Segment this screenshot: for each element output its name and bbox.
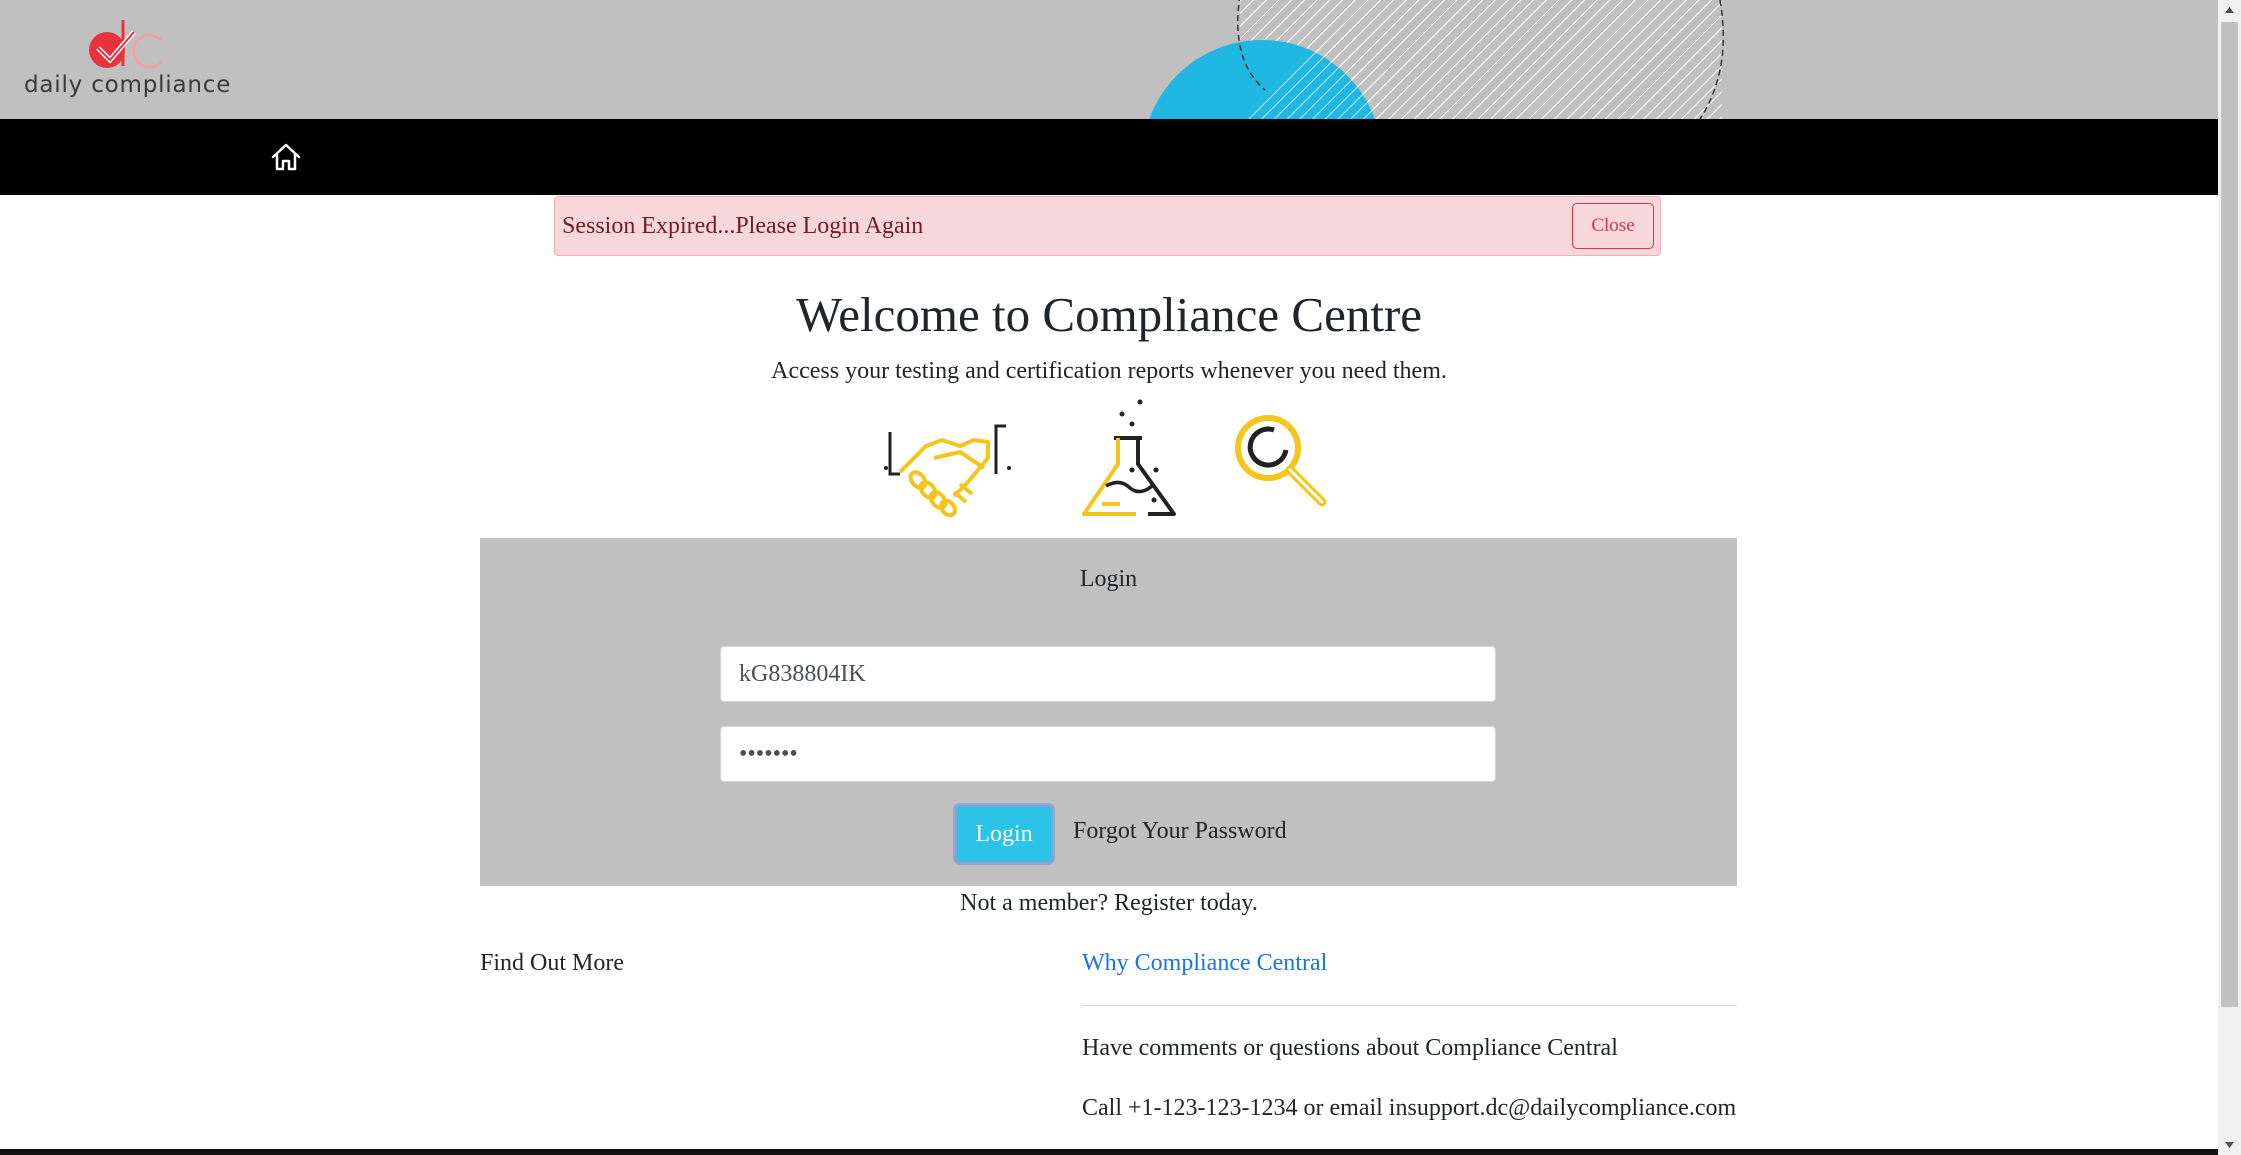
footer-bar [0,1149,2218,1155]
session-expired-alert: Session Expired...Please Login Again Clo… [554,196,1661,256]
scroll-down-icon[interactable] [2218,1135,2241,1155]
alert-message: Session Expired...Please Login Again [562,213,924,239]
find-out-more-heading: Find Out More [480,950,624,976]
page-subtitle: Access your testing and certification re… [771,358,1447,384]
vertical-scrollbar[interactable] [2218,0,2241,1155]
why-compliance-central-link[interactable]: Why Compliance Central [1082,950,1327,977]
home-icon[interactable] [270,141,302,173]
comments-text: Have comments or questions about Complia… [1082,1035,1618,1061]
register-prompt[interactable]: Not a member? Register today. [0,890,2218,917]
login-title: Login [1079,566,1138,592]
page-title: Welcome to Compliance Centre [795,287,1423,342]
login-button[interactable]: Login [955,805,1053,863]
forgot-password-link[interactable]: Forgot Your Password [1073,818,1287,845]
close-alert-button[interactable]: Close [1572,203,1654,249]
main-navbar [0,119,2218,195]
login-panel: Login Login Forgot Your Password [480,538,1737,886]
contact-info: Call +1-123-123-1234 or email insupport.… [1082,1095,1737,1121]
flask-icon [1082,399,1176,516]
username-input[interactable] [720,646,1496,702]
scrollbar-thumb[interactable] [2221,22,2238,1007]
header-decoration [1149,0,1724,119]
logo-text: daily compliance [24,72,232,98]
site-header: daily compliance [0,0,2218,119]
scroll-up-icon[interactable] [2218,0,2241,20]
handshake-icon [884,424,1011,518]
divider [1082,1005,1737,1006]
password-input[interactable] [720,726,1496,782]
magnifier-icon [1235,415,1327,507]
